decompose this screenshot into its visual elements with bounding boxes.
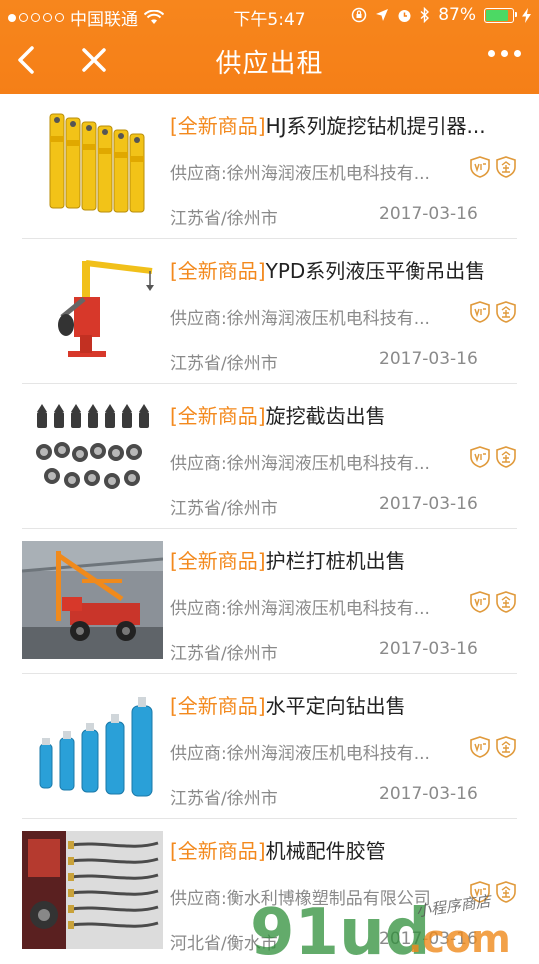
battery-icon: [484, 7, 517, 23]
alarm-icon: [398, 9, 411, 22]
product-title: HJ系列旋挖钻机提引器...: [265, 114, 486, 138]
supplier-name: 供应商:徐州海润液压机电科技有...: [170, 454, 430, 474]
certified-icon: [470, 156, 490, 178]
product-name: [全新商品]机械配件胶管: [170, 835, 525, 864]
location-text: 江苏省/徐州市: [170, 789, 278, 809]
orientation-lock-icon: [351, 7, 367, 23]
product-title: 护栏打桩机出售: [265, 549, 406, 573]
certification-badges: [469, 736, 517, 758]
product-title: 旋挖截齿出售: [265, 404, 386, 428]
product-title: YPD系列液压平衡吊出售: [265, 259, 486, 283]
product-title: 机械配件胶管: [265, 839, 386, 863]
enterprise-icon: [496, 156, 516, 178]
new-product-tag: [全新商品]: [170, 259, 266, 283]
certification-badges: [469, 591, 517, 613]
location-text: 江苏省/徐州市: [170, 209, 278, 229]
date-text: 2017-03-16: [379, 784, 478, 804]
product-image-pile-driver: [22, 541, 163, 659]
header-bar: 中国联通 下午5:47 87% 供应出租: [0, 0, 539, 94]
bluetooth-icon: [420, 7, 430, 23]
location-text: 江苏省/徐州市: [170, 354, 278, 374]
enterprise-icon: [496, 446, 516, 468]
list-item[interactable]: [全新商品]水平定向钻出售 供应商:徐州海润液压机电科技有... 江苏省/徐州市…: [0, 674, 539, 819]
product-image-cutting-teeth: [22, 396, 163, 514]
more-menu-button[interactable]: [488, 50, 521, 57]
certification-badges: [469, 446, 517, 468]
supplier-name: 供应商:徐州海润液压机电科技有...: [170, 309, 430, 329]
new-product-tag: [全新商品]: [170, 839, 266, 863]
list-item[interactable]: [全新商品]HJ系列旋挖钻机提引器... 供应商:徐州海润液压机电科技有... …: [0, 94, 539, 239]
status-bar: 中国联通 下午5:47 87%: [0, 0, 539, 32]
location-icon: [376, 9, 389, 21]
date-text: 2017-03-16: [379, 494, 478, 514]
date-text: 2017-03-16: [379, 639, 478, 659]
product-image-extractor: [22, 106, 163, 224]
product-title: 水平定向钻出售: [265, 694, 406, 718]
product-name: [全新商品]旋挖截齿出售: [170, 400, 525, 429]
enterprise-icon: [496, 591, 516, 613]
product-list: [全新商品]HJ系列旋挖钻机提引器... 供应商:徐州海润液压机电科技有... …: [0, 94, 539, 964]
svg-text:91ud: 91ud: [250, 896, 430, 960]
product-image-balance-crane: [22, 251, 163, 369]
new-product-tag: [全新商品]: [170, 114, 266, 138]
location-text: 江苏省/徐州市: [170, 644, 278, 664]
product-image-blue-drills: [22, 686, 163, 804]
list-item[interactable]: [全新商品]旋挖截齿出售 供应商:徐州海润液压机电科技有... 江苏省/徐州市 …: [0, 384, 539, 529]
certification-badges: [469, 156, 517, 178]
certified-icon: [470, 591, 490, 613]
new-product-tag: [全新商品]: [170, 404, 266, 428]
product-image-rubber-hoses: [22, 831, 163, 949]
list-item[interactable]: [全新商品]护栏打桩机出售 供应商:徐州海润液压机电科技有... 江苏省/徐州市…: [0, 529, 539, 674]
page-title: 供应出租: [215, 49, 324, 79]
product-name: [全新商品]HJ系列旋挖钻机提引器...: [170, 110, 525, 139]
location-text: 江苏省/徐州市: [170, 499, 278, 519]
certified-icon: [470, 301, 490, 323]
nav-bar: 供应出租: [0, 32, 539, 92]
charging-icon: [522, 7, 531, 23]
certified-icon: [470, 736, 490, 758]
supplier-name: 供应商:徐州海润液压机电科技有...: [170, 599, 430, 619]
svg-text:.com: .com: [408, 917, 511, 960]
product-name: [全新商品]护栏打桩机出售: [170, 545, 525, 574]
supplier-name: 供应商:徐州海润液压机电科技有...: [170, 744, 430, 764]
date-text: 2017-03-16: [379, 204, 478, 224]
new-product-tag: [全新商品]: [170, 694, 266, 718]
enterprise-icon: [496, 736, 516, 758]
date-text: 2017-03-16: [379, 349, 478, 369]
enterprise-icon: [496, 301, 516, 323]
battery-percent: 87%: [438, 5, 476, 25]
product-name: [全新商品]YPD系列液压平衡吊出售: [170, 255, 525, 284]
certification-badges: [469, 301, 517, 323]
list-item[interactable]: [全新商品]YPD系列液压平衡吊出售 供应商:徐州海润液压机电科技有... 江苏…: [0, 239, 539, 384]
certified-icon: [470, 446, 490, 468]
new-product-tag: [全新商品]: [170, 549, 266, 573]
product-name: [全新商品]水平定向钻出售: [170, 690, 525, 719]
watermark-logo: 91ud .com 小程序商店: [250, 892, 511, 960]
supplier-name: 供应商:徐州海润液压机电科技有...: [170, 164, 430, 184]
